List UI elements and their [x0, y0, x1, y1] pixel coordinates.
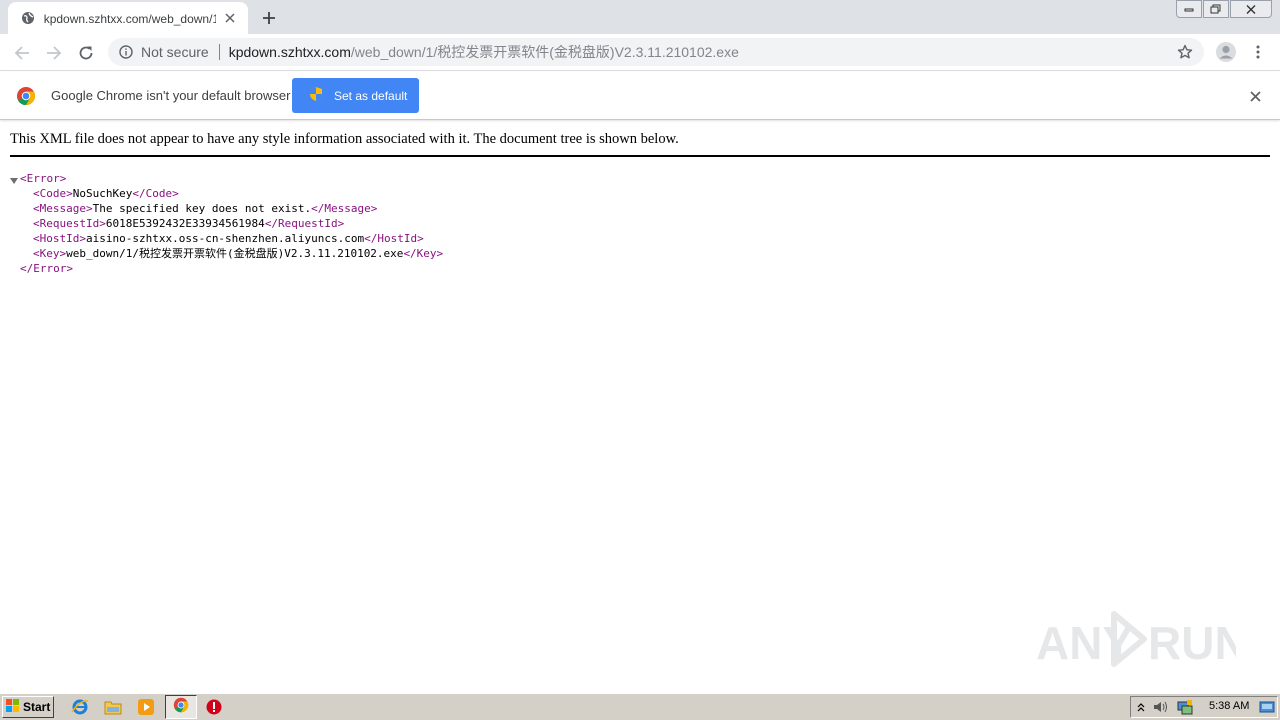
internet-explorer-icon[interactable] — [70, 697, 90, 717]
system-tray: 5:38 AM — [1130, 696, 1278, 718]
window-controls — [1175, 0, 1272, 18]
url-text[interactable]: kpdown.szhtxx.com/web_down/1/税控发票开票软件(金税… — [229, 42, 739, 62]
xml-tag: </Code> — [132, 187, 179, 200]
set-as-default-button[interactable]: Set as default — [292, 78, 419, 113]
browser-toolbar: Not secure kpdown.szhtxx.com/web_down/1/… — [0, 34, 1280, 71]
media-player-icon[interactable] — [136, 697, 156, 717]
xml-element-message: <Message>The specified key does not exis… — [10, 201, 443, 216]
chrome-menu-icon[interactable] — [1248, 40, 1268, 64]
xml-tree: <Error> <Code>NoSuchKey</Code> <Message>… — [10, 171, 443, 276]
taskbar-chrome-button[interactable] — [165, 695, 197, 719]
clock: 5:38 AM — [1209, 700, 1250, 712]
tab-title: kpdown.szhtxx.com/web_down/1/税控发票开票软件(金税… — [43, 11, 217, 26]
xml-root-open-line: <Error> — [10, 171, 443, 186]
browser-tab[interactable]: kpdown.szhtxx.com/web_down/1/税控发票开票软件(金税… — [8, 2, 248, 34]
start-button[interactable]: Start — [2, 696, 54, 718]
tab-strip: kpdown.szhtxx.com/web_down/1/税控发票开票软件(金税… — [0, 0, 1280, 34]
xml-tag: <HostId> — [33, 232, 86, 245]
xml-root-close-line: </Error> — [10, 261, 443, 276]
set-as-default-label: Set as default — [334, 88, 408, 103]
volume-icon[interactable] — [1153, 699, 1169, 715]
xml-tag: </RequestId> — [264, 217, 345, 230]
new-tab-button[interactable] — [258, 7, 280, 29]
close-tab-icon[interactable] — [222, 10, 238, 26]
globe-icon — [20, 10, 36, 26]
xml-value: NoSuchKey — [72, 187, 133, 200]
xml-tag: <RequestId> — [33, 217, 106, 230]
url-host: kpdown.szhtxx.com — [228, 44, 351, 60]
stop-sign-icon[interactable] — [204, 697, 224, 717]
address-separator — [218, 44, 220, 60]
windows-taskbar: Start 5:38 AM — [0, 693, 1280, 720]
windows-logo-icon — [6, 698, 20, 717]
xml-element-hostid: <HostId>aisino-szhtxx.oss-cn-shenzhen.al… — [10, 231, 443, 246]
info-icon[interactable] — [118, 44, 134, 60]
forward-button[interactable] — [40, 39, 68, 67]
profile-avatar-icon[interactable] — [1214, 40, 1238, 64]
show-desktop-icon[interactable] — [1259, 699, 1275, 715]
infobar-message: Google Chrome isn't your default browser — [51, 88, 291, 103]
minimize-window-button[interactable] — [1176, 0, 1202, 18]
restore-window-button[interactable] — [1203, 0, 1229, 18]
file-explorer-icon[interactable] — [103, 697, 123, 717]
xml-tag: <Message> — [33, 202, 93, 215]
show-hidden-icons-icon[interactable] — [1133, 699, 1149, 715]
xml-element-key: <Key>web_down/1/税控发票开票软件(金税盘版)V2.3.11.21… — [10, 246, 443, 261]
xml-tag: <Code> — [33, 187, 73, 200]
bookmark-star-icon[interactable] — [1176, 43, 1194, 61]
xml-element-code: <Code>NoSuchKey</Code> — [10, 186, 443, 201]
xml-tag: </Key> — [403, 247, 444, 260]
close-window-button[interactable] — [1230, 0, 1272, 18]
reload-button[interactable] — [72, 39, 100, 67]
close-infobar-icon[interactable] — [1246, 87, 1264, 105]
chrome-logo-icon — [16, 86, 36, 106]
xml-style-notice: This XML file does not appear to have an… — [10, 131, 1270, 157]
shield-icon — [308, 86, 324, 106]
xml-tag: <Error> — [20, 172, 67, 185]
xml-element-requestid: <RequestId>6018E5392432E33934561984</Req… — [10, 216, 443, 231]
xml-tag: </Message> — [311, 202, 378, 215]
xml-value: 6018E5392432E33934561984 — [105, 217, 265, 230]
start-label: Start — [23, 700, 51, 714]
xml-tag: <Key> — [33, 247, 67, 260]
network-icon[interactable] — [1177, 699, 1193, 715]
default-browser-infobar: Google Chrome isn't your default browser… — [0, 72, 1280, 120]
xml-value: aisino-szhtxx.oss-cn-shenzhen.aliyuncs.c… — [85, 232, 365, 245]
back-button[interactable] — [8, 39, 36, 67]
xml-tag: </Error> — [20, 262, 73, 275]
xml-value: web_down/1/税控发票开票软件(金税盘版)V2.3.11.210102.… — [66, 247, 404, 260]
collapse-arrow-icon[interactable] — [10, 174, 18, 184]
xml-tag: </HostId> — [364, 232, 424, 245]
url-path: /web_down/1/税控发票开票软件(金税盘版)V2.3.11.210102… — [350, 44, 739, 60]
address-bar[interactable]: Not secure kpdown.szhtxx.com/web_down/1/… — [108, 38, 1204, 66]
security-label[interactable]: Not secure — [141, 44, 209, 60]
watermark-text-right: RUN — [1148, 617, 1236, 669]
xml-value: The specified key does not exist. — [92, 202, 312, 215]
chrome-icon — [173, 697, 189, 717]
anyrun-watermark: ANY RUN — [1036, 604, 1248, 674]
